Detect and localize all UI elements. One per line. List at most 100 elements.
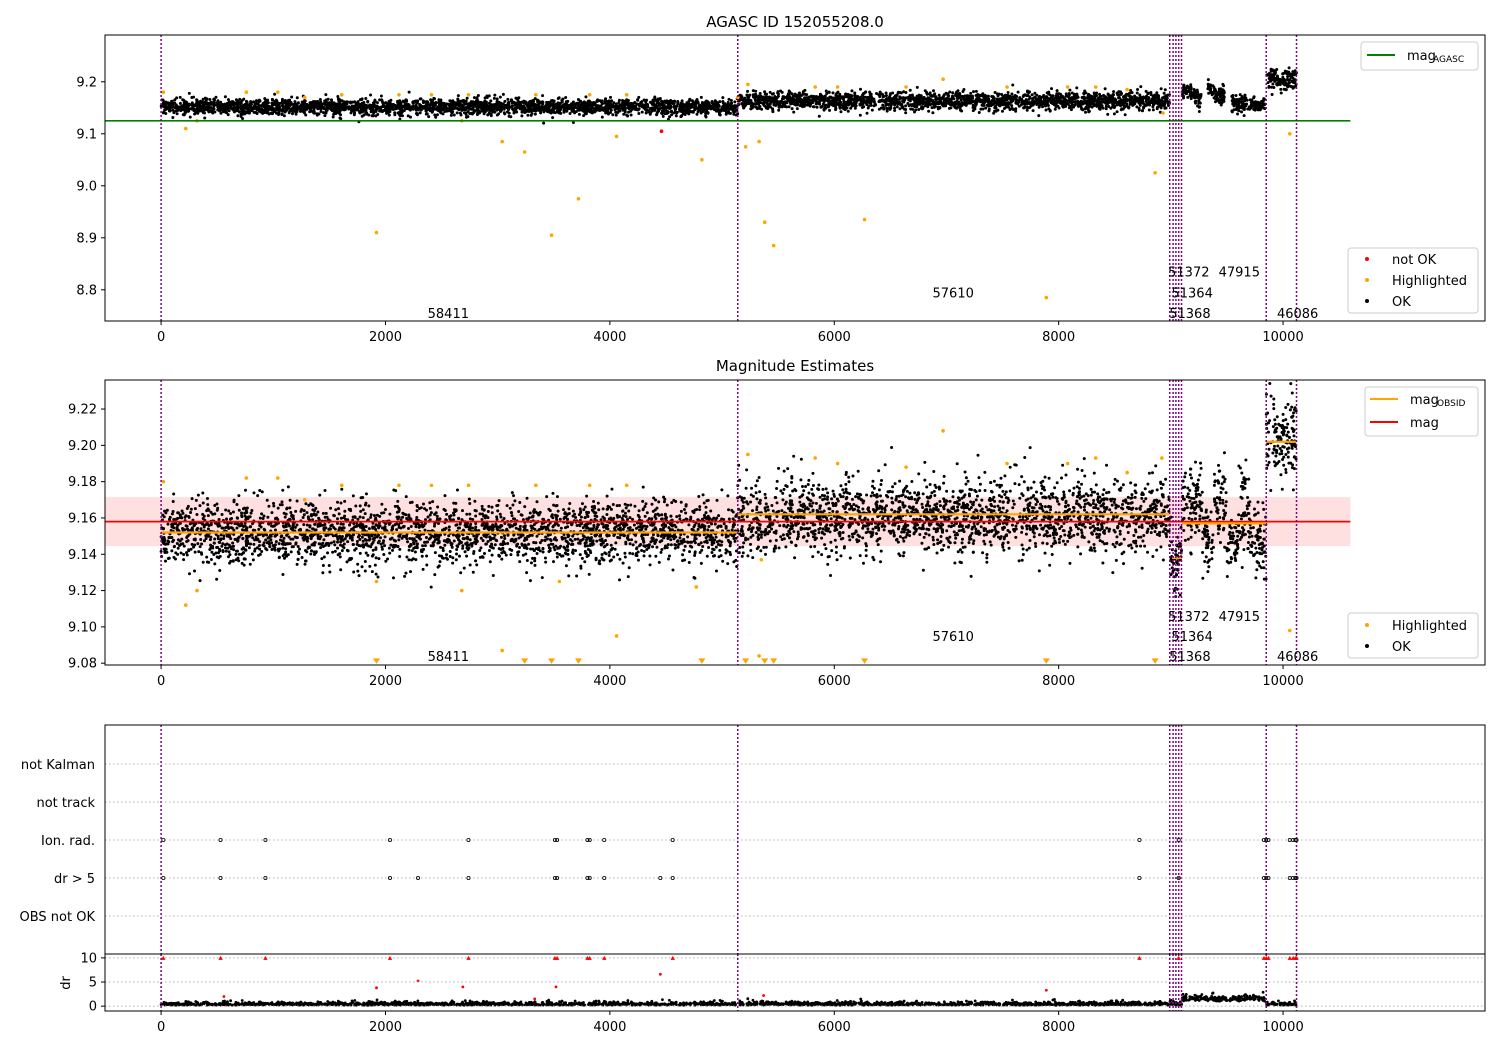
ok-point — [291, 108, 295, 112]
ok-point — [284, 104, 288, 108]
ok-point — [888, 107, 892, 111]
ok-point — [503, 112, 507, 116]
ok-point — [495, 105, 499, 109]
ok-point — [1088, 104, 1092, 108]
ok-point — [643, 103, 647, 107]
ok-point — [743, 98, 747, 102]
ok-point — [203, 96, 207, 100]
ok-point — [211, 111, 215, 115]
ok-point — [1112, 112, 1116, 116]
ok-point — [923, 89, 927, 93]
ok-point — [1116, 93, 1120, 97]
ok-point — [434, 103, 438, 107]
ok-point — [174, 103, 178, 107]
ok-point — [839, 110, 843, 114]
ok-point — [699, 104, 703, 108]
ok-point — [232, 109, 236, 113]
ok-point — [918, 102, 922, 106]
ok-point — [419, 97, 423, 101]
ok-point — [936, 100, 940, 104]
ok-point — [1242, 114, 1246, 118]
ok-point — [790, 99, 794, 103]
ok-point — [219, 100, 223, 104]
ok-point — [1081, 108, 1085, 112]
ok-point — [193, 112, 197, 116]
ok-point — [869, 103, 873, 107]
ok-point — [499, 102, 503, 106]
ok-point — [910, 93, 914, 97]
ok-point — [1243, 93, 1247, 97]
ok-point — [393, 104, 397, 108]
ok-point — [415, 112, 419, 116]
ok-point — [435, 113, 439, 117]
ok-point — [691, 103, 695, 107]
ok-point — [1101, 100, 1105, 104]
ok-point — [971, 109, 975, 113]
ok-point — [1093, 103, 1097, 107]
ok-point — [1213, 90, 1217, 94]
ok-point — [1132, 97, 1136, 101]
ok-point — [370, 114, 374, 118]
ok-point — [166, 106, 170, 110]
ok-point — [1023, 105, 1027, 109]
ok-point — [819, 105, 823, 109]
ok-point — [187, 91, 191, 95]
ok-point — [512, 108, 516, 112]
ok-point — [458, 102, 462, 106]
ok-point — [958, 91, 962, 95]
ok-point — [1138, 93, 1142, 97]
ok-point — [1218, 100, 1222, 104]
ok-point — [1028, 102, 1032, 106]
ok-point — [1231, 94, 1235, 98]
ok-point — [657, 109, 661, 113]
ok-point — [294, 110, 298, 114]
ok-point — [926, 105, 930, 109]
ok-point — [1157, 94, 1161, 98]
ok-point — [1162, 95, 1166, 99]
ok-point — [498, 95, 502, 99]
ok-point — [1236, 102, 1240, 106]
ok-point — [648, 100, 652, 104]
ok-point — [523, 101, 527, 105]
ok-point — [1220, 89, 1224, 93]
ok-point — [807, 97, 811, 101]
ok-point — [1255, 105, 1259, 109]
ok-point — [672, 101, 676, 105]
ok-point — [468, 112, 472, 116]
ok-point — [655, 113, 659, 117]
ok-point — [707, 102, 711, 106]
ok-point — [323, 114, 327, 118]
ok-point — [950, 103, 954, 107]
ok-point — [312, 110, 316, 114]
ok-point — [459, 113, 463, 117]
ok-point — [375, 101, 379, 105]
ok-point — [372, 102, 376, 106]
ok-point — [987, 109, 991, 113]
ok-point — [1151, 108, 1155, 112]
ok-point — [874, 92, 878, 96]
ok-point — [1062, 103, 1066, 107]
ok-point — [882, 107, 886, 111]
ok-point — [658, 96, 662, 100]
ok-point — [1073, 100, 1077, 104]
ok-point — [1238, 93, 1242, 97]
ok-point — [1112, 90, 1116, 94]
ok-point — [533, 112, 537, 116]
ok-point — [1222, 84, 1226, 88]
ok-point — [579, 107, 583, 111]
ok-point — [595, 104, 599, 108]
ok-point — [512, 111, 516, 115]
ok-point — [629, 113, 633, 117]
ok-point — [267, 112, 271, 116]
ok-point — [1065, 99, 1069, 103]
ok-point — [266, 101, 270, 105]
ok-point — [202, 106, 206, 110]
ok-point — [814, 95, 818, 99]
ok-point — [884, 91, 888, 95]
ok-point — [527, 108, 531, 112]
ok-point — [741, 104, 745, 108]
ok-point — [768, 102, 772, 106]
ok-point — [443, 104, 447, 108]
ok-point — [951, 91, 955, 95]
ok-point — [290, 95, 294, 99]
